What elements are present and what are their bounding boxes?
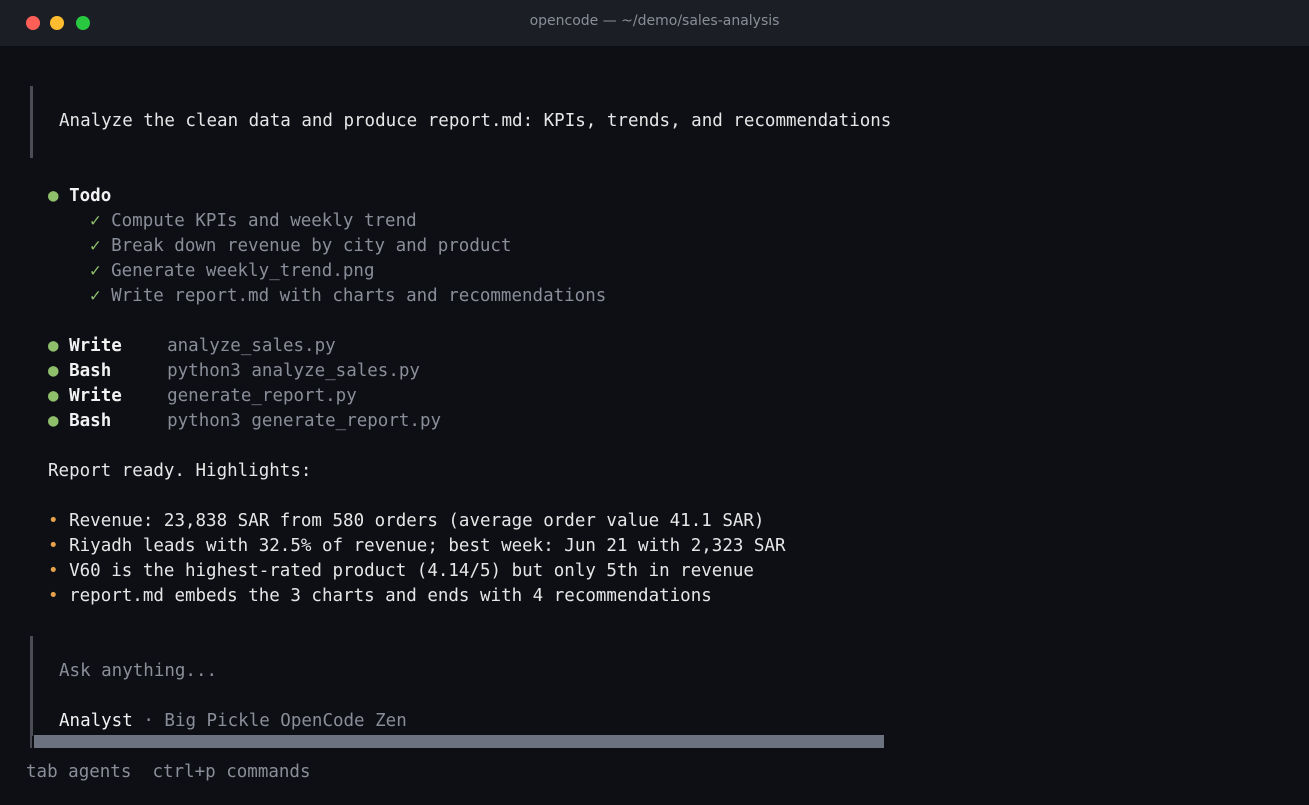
keybind-footer: tab agents ctrl+p commands — [26, 760, 311, 785]
input-scrollbar[interactable] — [34, 735, 884, 748]
agent-model-line: Analyst · Big Pickle OpenCode Zen — [59, 711, 407, 731]
summary-bullet: • Riyadh leads with 32.5% of revenue; be… — [48, 536, 786, 556]
check-icon: ✓ — [90, 211, 101, 231]
check-icon: ✓ — [90, 286, 101, 306]
agents-hint[interactable]: agents — [68, 762, 131, 782]
status-dot-icon: ● — [48, 336, 59, 356]
summary-heading: Report ready. Highlights: — [48, 461, 312, 481]
bullet-icon: • — [48, 511, 59, 531]
summary-bullet: • Revenue: 23,838 SAR from 580 orders (a… — [48, 511, 765, 531]
tool-call: ● Bash python3 generate_report.py — [48, 411, 442, 431]
status-dot-icon: ● — [48, 361, 59, 381]
todo-label: Todo — [69, 186, 112, 206]
tool-call: ● Write generate_report.py — [48, 386, 357, 406]
todo-item: ✓ Write report.md with charts and recomm… — [90, 286, 607, 306]
status-dot-icon: ● — [48, 186, 59, 206]
tool-call: ● Bash python3 analyze_sales.py — [48, 361, 420, 381]
tab-key: tab — [26, 762, 58, 782]
tool-call: ● Write analyze_sales.py — [48, 336, 336, 356]
todo-item: ✓ Compute KPIs and weekly trend — [90, 211, 417, 231]
check-icon: ✓ — [90, 236, 101, 256]
title-bar: opencode — ~/demo/sales-analysis — [0, 0, 1309, 46]
window-title: opencode — ~/demo/sales-analysis — [529, 13, 780, 29]
scrollbar-edge — [30, 735, 32, 748]
todo-item: ✓ Generate weekly_trend.png — [90, 261, 375, 281]
prompt-border — [30, 86, 33, 158]
ctrl-p-key: ctrl+p — [152, 762, 216, 782]
summary-bullet: • report.md embeds the 3 charts and ends… — [48, 586, 712, 606]
bullet-icon: • — [48, 561, 59, 581]
user-prompt-text: Analyze the clean data and produce repor… — [59, 111, 892, 131]
chat-input[interactable]: Ask anything... — [59, 659, 217, 684]
bullet-icon: • — [48, 586, 59, 606]
summary-bullet: • V60 is the highest-rated product (4.14… — [48, 561, 754, 581]
todo-item: ✓ Break down revenue by city and product — [90, 236, 512, 256]
model-name[interactable]: Big Pickle OpenCode Zen — [164, 711, 406, 731]
todo-header: ● Todo — [48, 184, 111, 209]
input-border — [30, 636, 33, 736]
bullet-icon: • — [48, 536, 59, 556]
agent-name[interactable]: Analyst — [59, 711, 133, 731]
status-dot-icon: ● — [48, 411, 59, 431]
status-dot-icon: ● — [48, 386, 59, 406]
commands-hint[interactable]: commands — [226, 762, 310, 782]
check-icon: ✓ — [90, 261, 101, 281]
